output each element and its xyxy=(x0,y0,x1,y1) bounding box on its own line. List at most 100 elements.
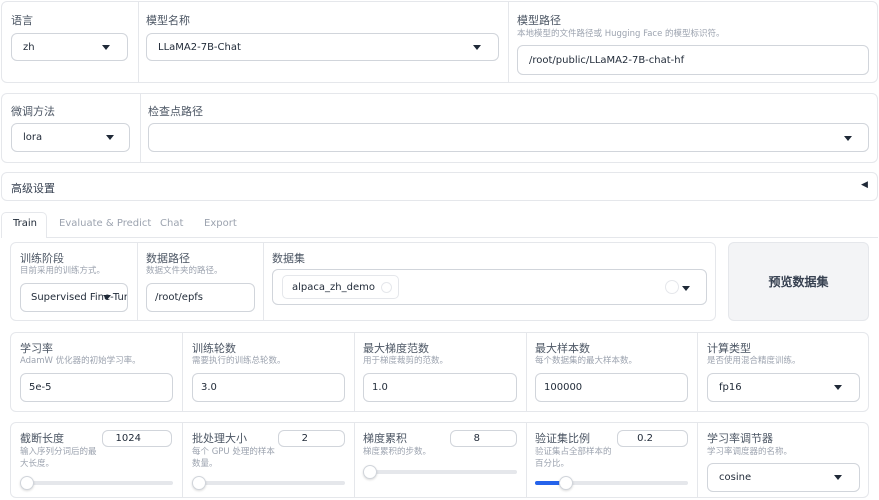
data-dir-value: /root/epfs xyxy=(155,292,204,303)
dataset-chip[interactable]: alpaca_zh_demo xyxy=(282,275,399,299)
batch-size-number[interactable]: 2 xyxy=(278,430,345,447)
cutoff-length-info: 输入序列分词后的最 xyxy=(20,447,97,457)
max-grad-norm-label: 最大梯度范数 xyxy=(363,342,429,355)
max-samples-info: 每个数据集的最大样本数。 xyxy=(535,356,638,366)
chevron-down-icon xyxy=(102,45,110,50)
epochs-input[interactable]: 3.0 xyxy=(192,373,345,402)
cutoff-length-info-cont: 大长度。 xyxy=(20,459,55,469)
lr-scheduler-info: 学习率调度器的名称。 xyxy=(707,447,793,457)
divider xyxy=(354,423,355,497)
learning-rate-info: AdamW 优化器的初始学习率。 xyxy=(20,356,141,366)
model-path-info: 本地模型的文件路径或 Hugging Face 的模型标识符。 xyxy=(517,29,725,39)
max-grad-norm-input[interactable]: 1.0 xyxy=(363,373,517,402)
divider xyxy=(263,243,264,320)
max-samples-input[interactable]: 100000 xyxy=(535,373,688,402)
grad-accum-slider[interactable] xyxy=(363,465,517,479)
divider xyxy=(508,2,509,82)
finetune-method-label: 微调方法 xyxy=(11,105,55,118)
grad-accum-number[interactable]: 8 xyxy=(450,430,517,447)
divider xyxy=(140,94,141,162)
max-grad-norm-info: 用于梯度裁剪的范数。 xyxy=(363,356,449,366)
grad-accum-label: 梯度累积 xyxy=(363,432,407,445)
val-size-info: 验证集占全部样本的 xyxy=(535,447,612,457)
grad-accum-slider-handle[interactable] xyxy=(363,465,377,479)
chevron-down-icon xyxy=(844,136,852,141)
remove-chip-icon[interactable] xyxy=(380,281,392,293)
training-stage-dropdown[interactable]: Supervised Fine-Tur xyxy=(20,283,128,312)
preview-dataset-button[interactable]: 预览数据集 xyxy=(728,242,869,321)
val-size-number[interactable]: 0.2 xyxy=(617,430,688,447)
batch-size-label: 批处理大小 xyxy=(192,432,247,445)
model-name-value: LLaMA2-7B-Chat xyxy=(158,41,241,53)
learning-rate-value: 5e-5 xyxy=(29,382,52,393)
grad-accum-info: 梯度累积的步数。 xyxy=(363,447,432,457)
training-stage-info: 目前采用的训练方式。 xyxy=(20,266,106,276)
finetune-method-value: lora xyxy=(23,132,43,143)
compute-type-info: 是否使用混合精度训练。 xyxy=(707,356,801,366)
cutoff-length-label: 截断长度 xyxy=(20,432,64,445)
chevron-down-icon xyxy=(473,45,481,50)
language-label: 语言 xyxy=(11,14,33,27)
epochs-info: 需要执行的训练总轮数。 xyxy=(192,356,286,366)
data-dir-label: 数据路径 xyxy=(146,252,190,265)
grad-accum-value: 8 xyxy=(473,433,480,444)
val-size-slider[interactable] xyxy=(535,476,688,490)
lr-scheduler-value: cosine xyxy=(719,472,752,483)
model-path-input[interactable]: /root/public/LLaMA2-7B-chat-hf xyxy=(517,45,869,75)
chevron-down-icon xyxy=(834,385,842,390)
max-samples-label: 最大样本数 xyxy=(535,342,590,355)
learning-rate-label: 学习率 xyxy=(20,342,53,355)
tab-train-label[interactable]: Train xyxy=(13,218,37,229)
divider xyxy=(526,333,527,411)
divider xyxy=(697,423,698,497)
batch-size-slider-handle[interactable] xyxy=(192,476,206,490)
divider xyxy=(526,423,527,497)
language-dropdown[interactable]: zh xyxy=(11,33,128,61)
data-dir-info: 数据文件夹的路径。 xyxy=(146,266,223,276)
epochs-label: 训练轮数 xyxy=(192,342,236,355)
batch-size-slider[interactable] xyxy=(192,476,345,490)
training-stage-label: 训练阶段 xyxy=(20,252,64,265)
val-size-slider-handle[interactable] xyxy=(558,476,573,490)
dataset-multiselect[interactable]: alpaca_zh_demo xyxy=(272,269,707,305)
dataset-label: 数据集 xyxy=(272,252,305,265)
batch-size-info-cont: 数量。 xyxy=(192,459,218,469)
model-name-dropdown[interactable]: LLaMA2-7B-Chat xyxy=(146,33,499,61)
cutoff-length-value: 1024 xyxy=(115,433,141,444)
model-name-label: 模型名称 xyxy=(146,14,190,27)
max-grad-norm-value: 1.0 xyxy=(372,382,388,393)
model-path-label: 模型路径 xyxy=(517,14,561,27)
dataset-chip-label: alpaca_zh_demo xyxy=(292,281,375,293)
cutoff-length-number[interactable]: 1024 xyxy=(102,430,172,447)
val-size-value: 0.2 xyxy=(637,433,653,444)
cutoff-length-slider[interactable] xyxy=(20,476,173,490)
max-samples-value: 100000 xyxy=(544,382,583,393)
divider xyxy=(354,333,355,411)
val-size-info-cont: 百分比。 xyxy=(535,459,570,469)
model-path-value: /root/public/LLaMA2-7B-chat-hf xyxy=(529,54,685,66)
chevron-down-icon xyxy=(682,286,690,291)
batch-size-value: 2 xyxy=(301,433,308,444)
checkpoint-path-label: 检查点路径 xyxy=(148,105,203,118)
epochs-value: 3.0 xyxy=(201,382,217,393)
clear-selection-icon[interactable] xyxy=(665,280,679,294)
cutoff-length-slider-handle[interactable] xyxy=(20,476,34,490)
divider xyxy=(697,333,698,411)
language-value: zh xyxy=(23,41,35,53)
tab-export[interactable]: Export xyxy=(204,218,237,229)
tab-chat[interactable]: Chat xyxy=(160,218,183,229)
compute-type-label: 计算类型 xyxy=(707,342,751,355)
chevron-down-icon xyxy=(106,135,114,140)
tab-evaluate-predict[interactable]: Evaluate & Predict xyxy=(59,218,151,229)
learning-rate-input[interactable]: 5e-5 xyxy=(20,373,173,402)
data-dir-input[interactable]: /root/epfs xyxy=(146,283,255,312)
divider xyxy=(137,243,138,320)
advanced-settings-label: 高级设置 xyxy=(11,182,55,195)
advanced-settings-accordion[interactable] xyxy=(1,172,878,201)
collapse-triangle-icon[interactable]: ◀ xyxy=(861,180,868,190)
divider xyxy=(138,2,139,82)
val-size-label: 验证集比例 xyxy=(535,432,590,445)
divider xyxy=(182,333,183,411)
checkpoint-path-dropdown[interactable] xyxy=(148,123,869,152)
training-stage-value: Supervised Fine-Tur xyxy=(31,292,128,303)
